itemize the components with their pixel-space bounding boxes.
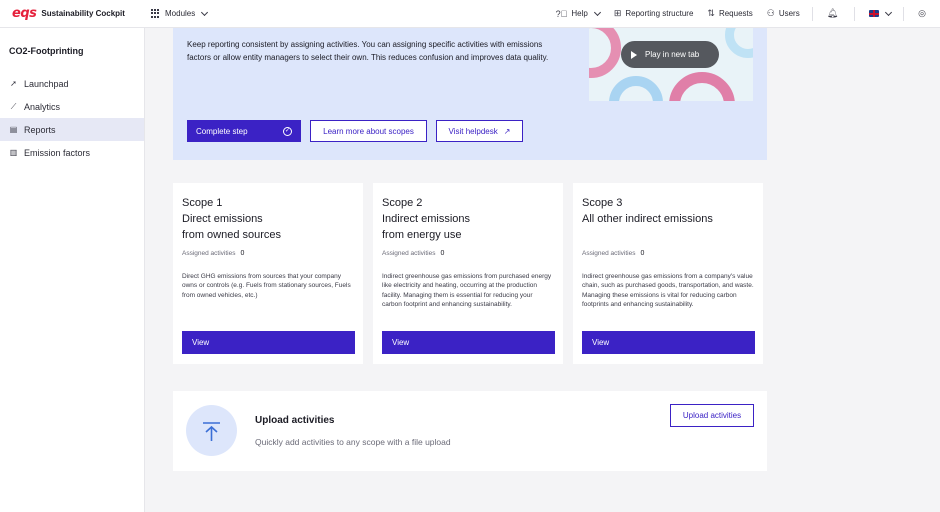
requests-label: Requests [718,9,753,18]
sidebar: CO2-Footprinting ➚ Launchpad ⟋ Analytics… [0,28,145,512]
view-scope-1-button[interactable]: View [182,331,355,354]
assigned-count: 0 [440,250,445,257]
sidebar-item-label: Launchpad [24,78,69,89]
upload-icon [186,405,237,456]
scope-card-1: Scope 1 Direct emissions from owned sour… [173,183,363,364]
divider [903,6,905,21]
sidebar-item-label: Reports [24,124,56,135]
structure-icon: ⊞ [613,8,622,18]
chevron-down-icon [201,8,209,16]
user-circle-icon: ◎ [918,8,926,18]
chevron-down-icon [593,8,601,16]
assigned-activities: Assigned activities 0 [382,250,444,257]
scope-description: Indirect greenhouse gas emissions from p… [382,273,552,308]
divider [811,6,813,21]
sidebar-item-emission-factors[interactable]: ▥ Emission factors [0,141,144,164]
uk-flag-icon [869,10,880,17]
help-icon: ?⃝ [555,8,568,19]
scope-subtitle: All other indirect emissions [582,213,713,225]
scope-title: Scope 3 [582,197,623,209]
assigned-activities: Assigned activities 0 [182,250,244,257]
top-bar: eqs Sustainability Cockpit Modules ?⃝ He… [0,0,940,28]
intro-text: Keep reporting consistent by assigning a… [187,40,549,62]
reporting-structure-label: Reporting structure [625,9,694,18]
play-label: Play in new tab [645,50,700,59]
play-icon [631,50,637,59]
scope-title: Scope 2 [382,197,423,209]
scope-card-2: Scope 2 Indirect emissions from energy u… [373,183,563,364]
sidebar-item-label: Emission factors [24,147,91,158]
rocket-icon: ➚ [10,79,17,88]
sidebar-item-reports[interactable]: ▤ Reports [0,118,144,141]
upload-title: Upload activities [255,415,335,426]
assigned-label: Assigned activities [582,250,636,257]
help-label: Help [571,9,588,18]
external-link-icon: ↗ [503,126,511,136]
app-name: Sustainability Cockpit [41,9,125,18]
scope-subtitle: from owned sources [182,229,282,241]
bell-icon: 🔔︎ [826,8,839,18]
complete-step-button[interactable]: Complete step ✓ [187,120,301,142]
complete-step-label: Complete step [196,126,248,136]
requests-link[interactable]: ⇅ Requests [707,8,752,19]
assigned-label: Assigned activities [182,250,236,257]
account-button[interactable]: ◎ [918,8,930,19]
help-menu[interactable]: ?⃝ Help [555,8,601,19]
report-icon: ▤ [9,125,18,134]
play-in-new-tab-button[interactable]: Play in new tab [621,41,719,68]
users-icon: ⚇ [766,8,775,18]
grid-icon [151,9,160,18]
scope-card-3: Scope 3 All other indirect emissions Ass… [573,183,763,364]
app-logo[interactable]: eqs Sustainability Cockpit [0,6,145,21]
chevron-down-icon [885,8,893,16]
users-label: Users [778,9,800,18]
scope-subtitle: Direct emissions [182,213,263,225]
check-circle-icon: ✓ [283,126,292,136]
visit-helpdesk-button[interactable]: Visit helpdesk ↗ [436,120,523,142]
logo-mark: eqs [12,6,37,21]
intro-banner: Keep reporting consistent by assigning a… [173,28,767,160]
view-scope-3-button[interactable]: View [582,331,755,354]
sidebar-title: CO2-Footprinting [9,46,84,56]
assigned-count: 0 [240,250,245,257]
learn-more-button[interactable]: Learn more about scopes [310,120,427,142]
sidebar-item-analytics[interactable]: ⟋ Analytics [0,95,144,118]
sidebar-item-label: Analytics [24,101,61,112]
assigned-label: Assigned activities [382,250,436,257]
video-thumbnail[interactable]: Play in new tab [589,28,753,101]
scope-subtitle: Indirect emissions [382,213,471,225]
sidebar-item-launchpad[interactable]: ➚ Launchpad [0,72,144,95]
upload-activities-button[interactable]: Upload activities [670,404,754,427]
chart-icon: ⟋ [10,101,17,111]
users-link[interactable]: ⚇ Users [767,8,800,19]
modules-menu[interactable]: Modules [151,8,209,18]
upload-activities-panel: Upload activities Quickly add activities… [173,391,767,471]
notifications-button[interactable]: 🔔︎ [827,8,842,19]
view-scope-2-button[interactable]: View [382,331,555,354]
scope-title: Scope 1 [182,197,223,209]
learn-more-label: Learn more about scopes [323,126,414,136]
modules-label: Modules [165,9,196,18]
scope-description: Direct GHG emissions from sources that y… [182,273,351,299]
language-selector[interactable] [869,8,893,17]
assigned-activities: Assigned activities 0 [582,250,644,257]
assigned-count: 0 [640,250,645,257]
reporting-structure-link[interactable]: ⊞ Reporting structure [614,8,694,19]
scope-subtitle: from energy use [382,229,462,241]
scope-description: Indirect greenhouse gas emissions from a… [582,273,754,308]
upload-subtitle: Quickly add activities to any scope with… [255,437,451,447]
helpdesk-label: Visit helpdesk [448,126,498,136]
divider [854,6,856,21]
factor-icon: ▥ [9,148,18,157]
requests-icon: ⇅ [707,8,715,18]
